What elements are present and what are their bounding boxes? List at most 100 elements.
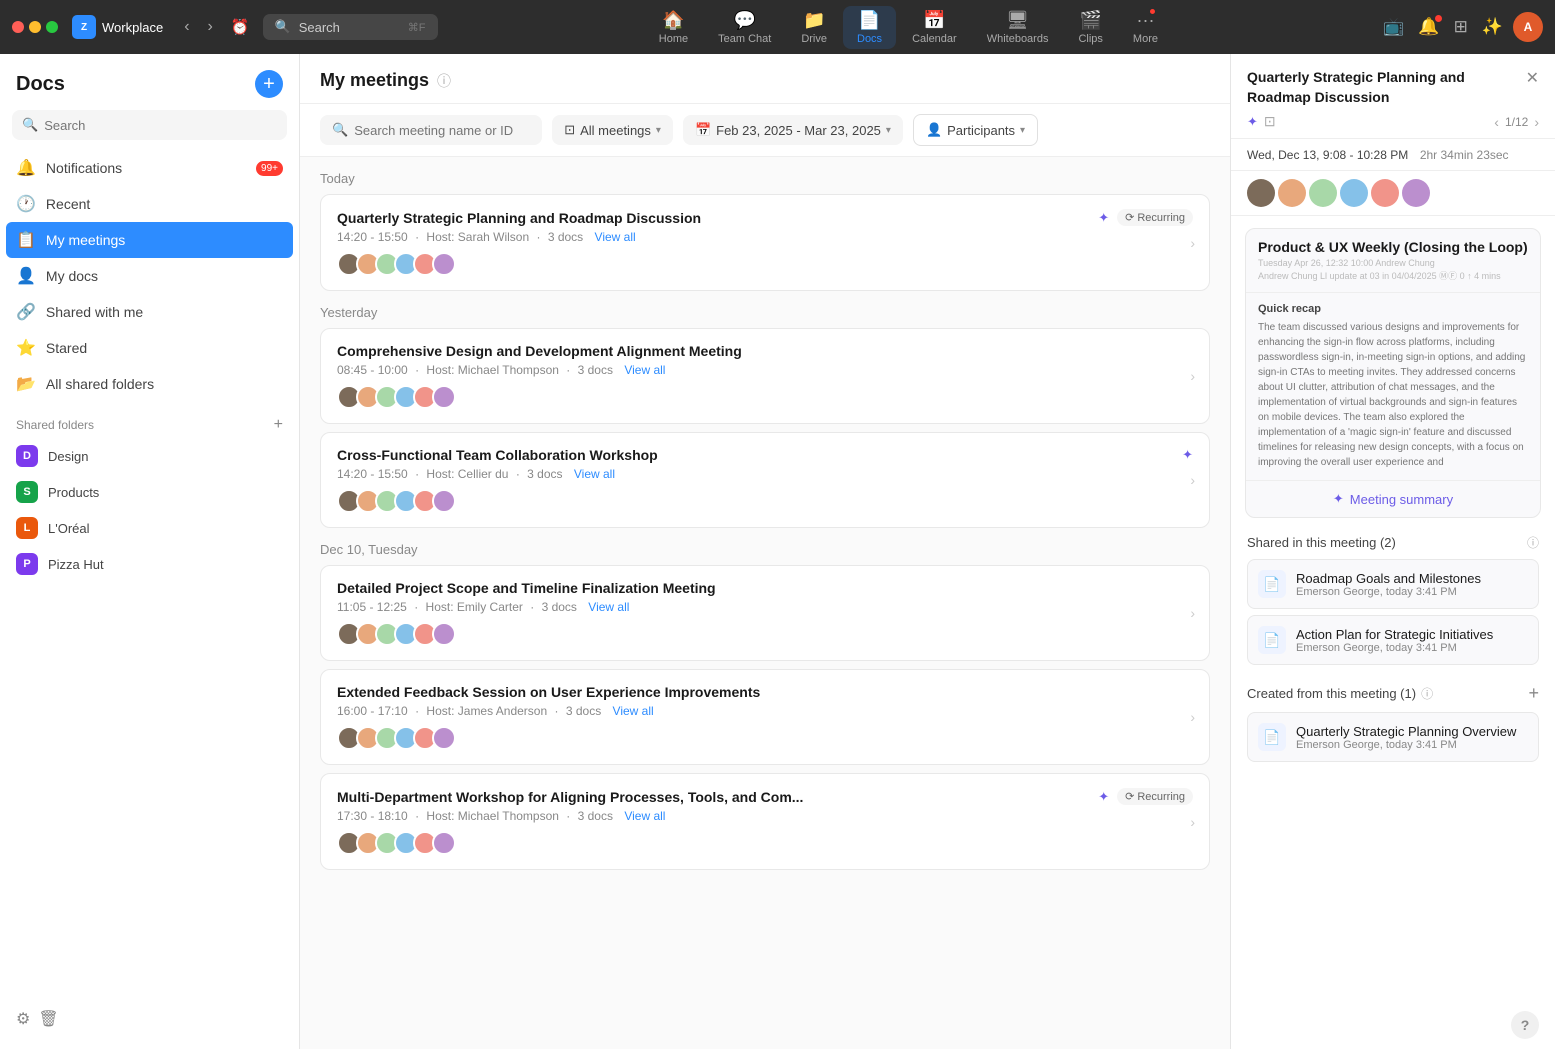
date-range-filter-btn[interactable]: 📅 Feb 23, 2025 - Mar 23, 2025 ▾ bbox=[683, 115, 903, 145]
meeting-meta-5: 17:30 - 18:10 · Host: Michael Thompson ·… bbox=[337, 809, 1193, 823]
meeting-chevron-1: › bbox=[1190, 368, 1195, 384]
view-all-link-1[interactable]: View all bbox=[624, 363, 665, 377]
participants-chevron-icon: ▾ bbox=[1020, 125, 1025, 136]
nav-drive[interactable]: 📁 Drive bbox=[787, 6, 841, 49]
trash-btn[interactable]: 🗑 bbox=[38, 1009, 58, 1029]
nav-calendar[interactable]: 📅 Calendar bbox=[898, 6, 971, 49]
date-range-chevron-icon: ▾ bbox=[886, 125, 891, 136]
panel-avatar-0 bbox=[1247, 179, 1275, 207]
more-icon: ··· bbox=[1136, 10, 1154, 31]
screen-share-btn[interactable]: 📺 bbox=[1379, 13, 1408, 41]
folder-products[interactable]: S Products bbox=[0, 474, 299, 510]
right-panel-close-btn[interactable]: ✕ bbox=[1518, 68, 1539, 88]
meeting-type-icon: ⊡ bbox=[564, 122, 575, 138]
doc-preview-card[interactable]: Product & UX Weekly (Closing the Loop) T… bbox=[1245, 228, 1541, 518]
nav-home[interactable]: 🏠 Home bbox=[645, 6, 702, 49]
add-created-doc-btn[interactable]: + bbox=[1528, 683, 1539, 704]
shared-doc-1[interactable]: 📄 Action Plan for Strategic Initiatives … bbox=[1247, 615, 1539, 665]
add-doc-btn[interactable]: + bbox=[255, 70, 283, 98]
folder-pizza-hut[interactable]: P Pizza Hut bbox=[0, 546, 299, 582]
panel-copy-btn[interactable]: ⊡ bbox=[1264, 113, 1276, 130]
yesterday-label: Yesterday bbox=[320, 305, 1210, 320]
view-all-link-3[interactable]: View all bbox=[588, 600, 629, 614]
nav-more[interactable]: ··· More bbox=[1119, 6, 1172, 49]
minimize-dot[interactable] bbox=[29, 21, 41, 33]
shared-folders-label: Shared folders bbox=[16, 418, 94, 432]
sidebar-item-my-docs[interactable]: 👤 My docs bbox=[6, 258, 293, 294]
view-all-link-5[interactable]: View all bbox=[624, 809, 665, 823]
meeting-chevron-4: › bbox=[1190, 709, 1195, 725]
settings-btn[interactable]: ⚙ bbox=[16, 1009, 30, 1029]
meeting-card-4[interactable]: Extended Feedback Session on User Experi… bbox=[320, 669, 1210, 765]
panel-next-btn[interactable]: › bbox=[1534, 114, 1539, 130]
meeting-search-input[interactable] bbox=[354, 123, 530, 138]
sidebar-item-stared[interactable]: ⭐ Stared bbox=[6, 330, 293, 366]
meeting-card-5[interactable]: Multi-Department Workshop for Aligning P… bbox=[320, 773, 1210, 870]
meeting-card-0[interactable]: Quarterly Strategic Planning and Roadmap… bbox=[320, 194, 1210, 291]
created-doc-0[interactable]: 📄 Quarterly Strategic Planning Overview … bbox=[1247, 712, 1539, 762]
nav-forward-btn[interactable]: › bbox=[203, 15, 218, 39]
calendar-icon: 📅 bbox=[923, 10, 945, 31]
sidebar-item-shared-with-me[interactable]: 🔗 Shared with me bbox=[6, 294, 293, 330]
shared-section-header: Shared in this meeting (2) ⓘ bbox=[1247, 534, 1539, 551]
history-btn[interactable]: ⏰ bbox=[226, 15, 255, 39]
dec10-label: Dec 10, Tuesday bbox=[320, 542, 1210, 557]
meeting-search-box[interactable]: 🔍 bbox=[320, 115, 542, 145]
zoom-icon: Z bbox=[72, 15, 96, 39]
folder-loreal[interactable]: L L'Oréal bbox=[0, 510, 299, 546]
participants-filter-btn[interactable]: 👤 Participants ▾ bbox=[913, 114, 1038, 146]
panel-prev-btn[interactable]: ‹ bbox=[1494, 114, 1499, 130]
nav-whiteboards[interactable]: 🖥 Whiteboards bbox=[973, 6, 1063, 49]
view-all-link-4[interactable]: View all bbox=[613, 704, 654, 718]
view-all-link-2[interactable]: View all bbox=[574, 467, 615, 481]
meeting-name-1: Comprehensive Design and Development Ali… bbox=[337, 343, 1193, 359]
sidebar-search[interactable]: 🔍 bbox=[12, 110, 287, 140]
topbar-search[interactable]: 🔍 Search ⌘F bbox=[263, 14, 438, 40]
shared-info-icon: ⓘ bbox=[1527, 534, 1539, 551]
panel-avatar-4 bbox=[1371, 179, 1399, 207]
meeting-card-3[interactable]: Detailed Project Scope and Timeline Fina… bbox=[320, 565, 1210, 661]
ai-companion-btn[interactable]: ✨ bbox=[1478, 13, 1507, 41]
panel-date: Wed, Dec 13, 9:08 - 10:28 PM bbox=[1247, 148, 1408, 162]
sidebar-bottom: ⚙ 🗑 bbox=[0, 1001, 299, 1037]
grid-view-btn[interactable]: ⊞ bbox=[1450, 13, 1472, 41]
help-btn[interactable]: ? bbox=[1511, 1011, 1539, 1039]
meeting-chevron-5: › bbox=[1190, 814, 1195, 830]
meeting-summary-btn[interactable]: ✦ Meeting summary bbox=[1246, 480, 1540, 517]
doc-preview-header: Product & UX Weekly (Closing the Loop) T… bbox=[1246, 229, 1540, 293]
nav-team-chat[interactable]: 💬 Team Chat bbox=[704, 6, 785, 49]
shared-folders-header: Shared folders + bbox=[0, 404, 299, 438]
meeting-meta: 14:20 - 15:50 · Host: Sarah Wilson · 3 d… bbox=[337, 230, 1193, 244]
sidebar-item-all-shared-folders[interactable]: 📂 All shared folders bbox=[6, 366, 293, 402]
sidebar-item-notifications[interactable]: 🔔 Notifications 99+ bbox=[6, 150, 293, 186]
nav-docs[interactable]: 📄 Docs bbox=[843, 6, 896, 49]
folder-design[interactable]: D Design bbox=[0, 438, 299, 474]
sidebar-search-input[interactable] bbox=[44, 118, 277, 133]
shared-doc-info-0: Roadmap Goals and Milestones Emerson Geo… bbox=[1296, 571, 1528, 598]
sidebar-item-recent[interactable]: 🕐 Recent bbox=[6, 186, 293, 222]
created-doc-meta-0: Emerson George, today 3:41 PM bbox=[1296, 739, 1528, 751]
sidebar: Docs + 🔍 🔔 Notifications 99+ 🕐 Recent 📋 … bbox=[0, 54, 300, 1049]
search-label: Search bbox=[299, 20, 340, 35]
all-meetings-filter-btn[interactable]: ⊡ All meetings ▾ bbox=[552, 115, 673, 145]
add-folder-btn[interactable]: + bbox=[274, 416, 283, 434]
nav-clips[interactable]: 🎬 Clips bbox=[1064, 6, 1116, 49]
created-doc-name-0: Quarterly Strategic Planning Overview bbox=[1296, 724, 1528, 739]
right-panel-title: Quarterly Strategic Planning and Roadmap… bbox=[1247, 68, 1518, 107]
meeting-avatars-1 bbox=[337, 385, 1193, 409]
nav-back-btn[interactable]: ‹ bbox=[179, 15, 194, 39]
right-panel: Quarterly Strategic Planning and Roadmap… bbox=[1230, 54, 1555, 1049]
page-title: My meetings bbox=[320, 70, 429, 91]
fullscreen-dot[interactable] bbox=[46, 21, 58, 33]
close-dot[interactable] bbox=[12, 21, 24, 33]
sidebar-item-my-meetings[interactable]: 📋 My meetings bbox=[6, 222, 293, 258]
shared-doc-0[interactable]: 📄 Roadmap Goals and Milestones Emerson G… bbox=[1247, 559, 1539, 609]
section-yesterday: Yesterday Comprehensive Design and Devel… bbox=[320, 305, 1210, 528]
meeting-card-2[interactable]: Cross-Functional Team Collaboration Work… bbox=[320, 432, 1210, 528]
view-all-link-0[interactable]: View all bbox=[595, 230, 636, 244]
notifications-btn[interactable]: 🔔 bbox=[1414, 13, 1443, 41]
user-avatar[interactable]: A bbox=[1513, 12, 1543, 42]
title-info-icon[interactable]: ⓘ bbox=[437, 71, 451, 91]
meeting-chevron-3: › bbox=[1190, 605, 1195, 621]
meeting-card-1[interactable]: Comprehensive Design and Development Ali… bbox=[320, 328, 1210, 424]
